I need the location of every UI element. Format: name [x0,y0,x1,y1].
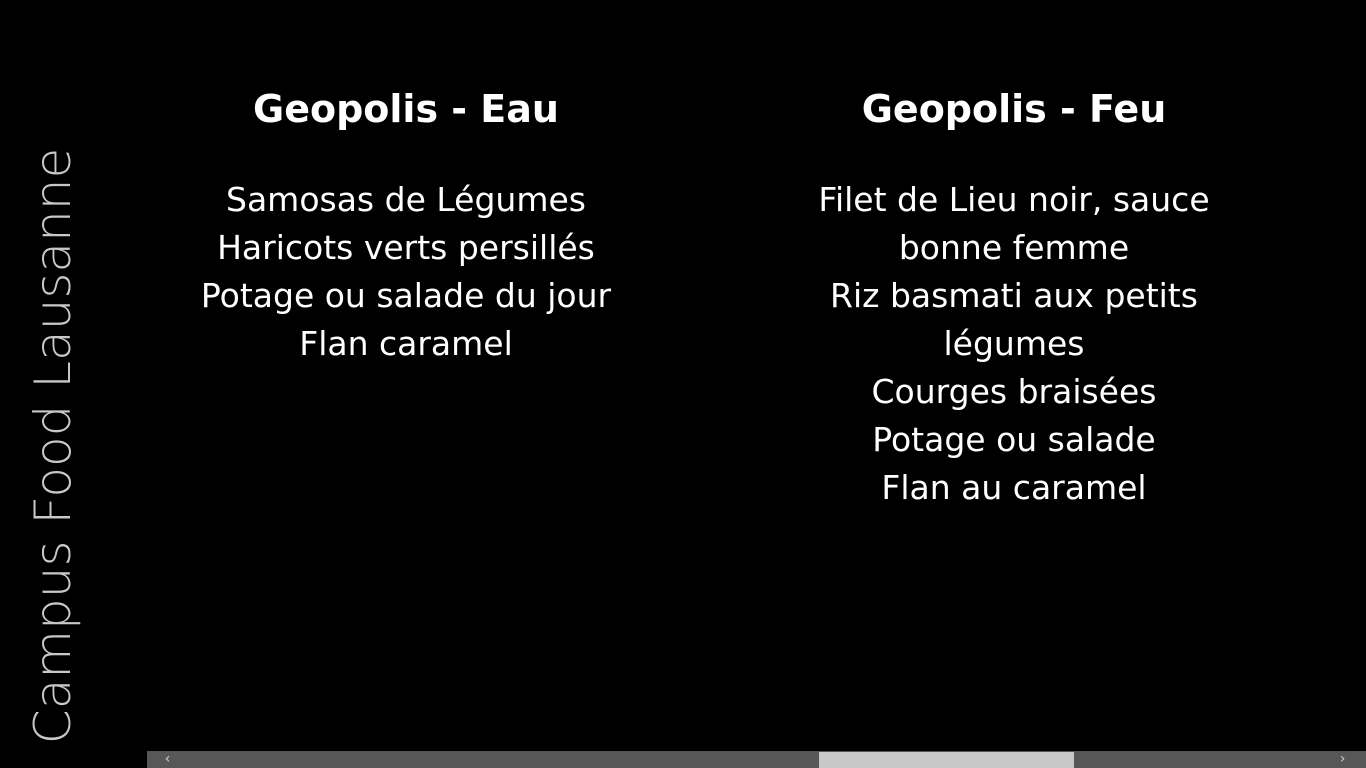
menu-item: Filet de Lieu noir, sauce bonne femme [818,180,1210,267]
menu-item: Riz basmati aux petits légumes [830,276,1198,363]
menu-items: Filet de Lieu noir, sauce bonne femme Ri… [799,176,1229,512]
menu-item: Samosas de Légumes [226,180,586,219]
scroll-left-arrow-icon[interactable]: ‹ [159,751,176,768]
menu-title: Geopolis - Feu [861,87,1167,131]
menu-card-geopolis-feu[interactable]: Geopolis - Feu Filet de Lieu noir, sauce… [784,82,1244,512]
app-title-container: Campus Food Lausanne [0,0,110,768]
menu-items: Samosas de Légumes Haricots verts persil… [196,176,616,368]
menu-item: Potage ou salade du jour [200,276,612,315]
menu-item: Courges braisées [871,372,1157,411]
menu-title: Geopolis - Eau [253,87,559,131]
scrollbar-thumb[interactable] [819,752,1074,768]
scroll-right-arrow-icon[interactable]: › [1334,751,1351,768]
app-window: Campus Food Lausanne Geopolis - Eau Samo… [0,0,1366,768]
menu-item: Haricots verts persillés [217,228,595,267]
horizontal-scrollbar[interactable]: ‹ › [147,751,1366,768]
menu-item: Flan caramel [299,324,513,363]
menu-card-geopolis-eau[interactable]: Geopolis - Eau Samosas de Légumes Harico… [176,82,636,368]
menu-item: Flan au caramel [881,468,1147,507]
menu-item: Potage ou salade [872,420,1156,459]
app-title: Campus Food Lausanne [24,147,82,745]
